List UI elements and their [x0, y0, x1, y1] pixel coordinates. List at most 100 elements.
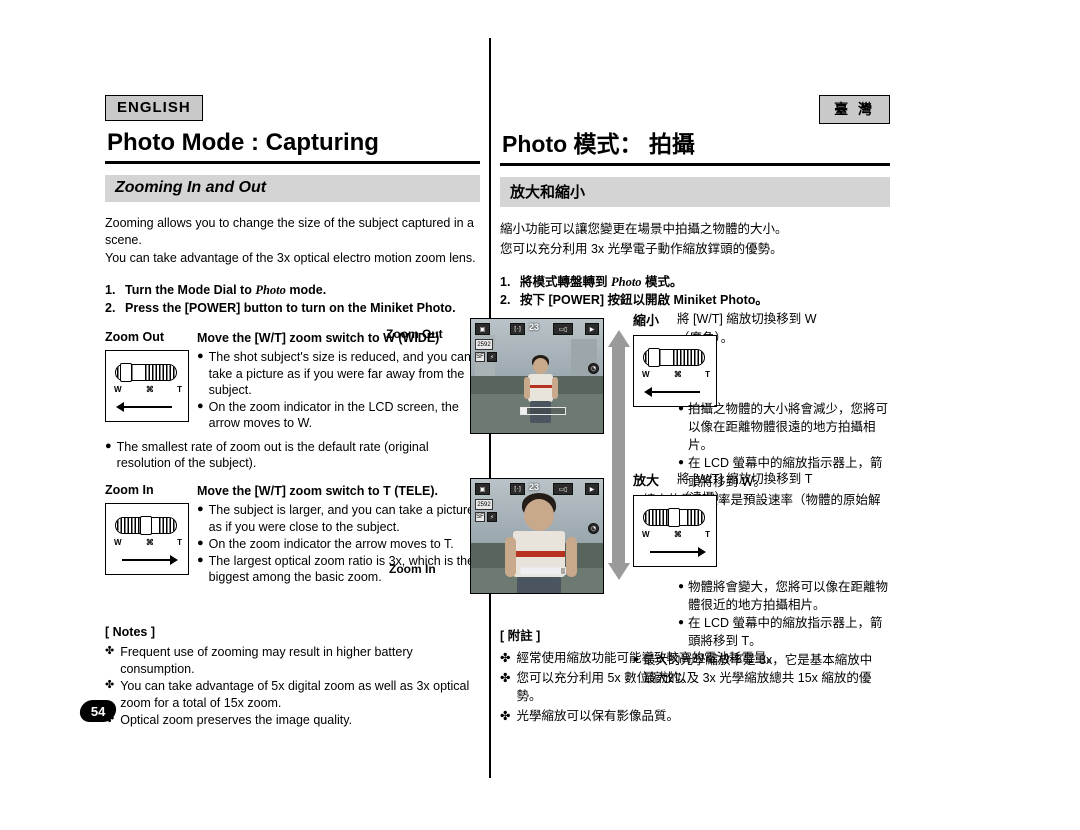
subject-shirt-stripe	[528, 385, 553, 388]
subject-arm-left	[505, 537, 516, 577]
zoom-in-bullets: ● The subject is larger, and you can take…	[197, 502, 480, 585]
zoom-in-indicator-diagram-cjk: W ⌘ T	[633, 495, 717, 567]
zoom-out-indicator-diagram: W ⌘ T	[105, 350, 189, 422]
bullet-dot-icon: ●	[197, 350, 204, 363]
notes-title: [ Notes ]	[105, 625, 155, 639]
note-bullet-icon: ✤	[500, 709, 511, 724]
subject-head	[524, 499, 554, 531]
page-title: Photo Mode : Capturing	[105, 129, 480, 164]
label-w: W	[114, 385, 122, 394]
zoom-in-label: Zoom In	[105, 483, 154, 497]
language-badge-taiwan: 臺 灣	[819, 95, 890, 124]
zoom-in-bullet-cjk-1-text: 物體將會變大，您將可以像在距離物體很近的地方拍攝相片。	[688, 580, 889, 613]
zoom-in-bullet-3-text: The largest optical zoom ratio is 3x, wh…	[208, 554, 475, 585]
step-cjk-1-number: 1.	[500, 274, 511, 289]
zoom-out-bullets: ● The shot subject's size is reduced, and…	[197, 349, 480, 431]
subject-arm-right	[566, 537, 577, 577]
sample-photo-tele: ▣ [·] 23 ▭▯ ▶ 2592 SF ⚡ ◔	[470, 478, 604, 594]
zoom-in-bullet-2: ● On the zoom indicator the arrow moves t…	[197, 536, 480, 552]
step-1-italic: Photo	[255, 282, 286, 297]
manual-page: ENGLISH Photo Mode : Capturing Zooming I…	[0, 0, 1080, 830]
zoom-out-bullet-2-text: On the zoom indicator in the LCD screen,…	[208, 400, 459, 431]
notes-section-chinese: [ 附註 ] ✤ 經常使用縮放功能可能導致較高的電池耗電量。 ✤ 您可以充分利用 5…	[500, 625, 890, 728]
zoom-out-bullet-2: ● On the zoom indicator in the LCD screen…	[197, 399, 480, 432]
zoom-out-bullet-1-text: The shot subject's size is reduced, and …	[208, 350, 471, 397]
step-cjk-1-italic: Photo	[610, 274, 642, 289]
zoom-in-indicator-diagram: W ⌘ T	[105, 503, 189, 575]
zoom-out-arrow	[644, 387, 706, 397]
notes-title-cjk: [ 附註 ]	[500, 629, 541, 643]
zoom-in-arrow	[644, 547, 706, 557]
section-title-cjk: 放大和縮小	[500, 177, 890, 207]
label-t: T	[177, 385, 182, 394]
step-1-text: Turn the Mode Dial to Photo mode.	[125, 281, 326, 300]
zoom-in-bullet-2-text: On the zoom indicator the arrow moves to…	[208, 536, 454, 551]
note-cjk-2: ✤ 您可以充分利用 5x 數位縮放以及 3x 光學縮放總共 15x 縮放的優勢。	[500, 669, 890, 705]
step-2-text: Press the [POWER] button to turn on the …	[125, 301, 456, 316]
slider-hatch-right	[159, 518, 175, 533]
zoom-slider-knob	[668, 508, 680, 527]
label-mid: ⌘	[673, 370, 682, 379]
slider-hatch-right	[687, 510, 703, 525]
label-mid: ⌘	[673, 530, 682, 539]
sample-photo-wide: ▣ [·] 23 ▭▯ ▶ 2592 SF ⚡ ◔	[470, 318, 604, 434]
zoom-slider-knob	[648, 348, 660, 367]
label-w: W	[642, 370, 650, 379]
arrow-head-up	[608, 330, 630, 347]
intro-cjk-line-1: 縮小功能可以讓您變更在場景中拍攝之物體的大小。	[500, 222, 788, 236]
note-3-text: Optical zoom preserves the image quality…	[120, 713, 353, 727]
wt-labels: W ⌘ T	[642, 530, 710, 539]
note-1-text: Frequent use of zooming may result in hi…	[120, 645, 413, 676]
step-1: 1. Turn the Mode Dial to Photo mode.	[105, 281, 480, 300]
note-2: ✤ You can take advantage of 5x digital zo…	[105, 678, 485, 711]
label-t: T	[177, 538, 182, 547]
subject-shirt	[528, 374, 553, 402]
intro-text: Zooming allows you to change the size of…	[105, 215, 480, 267]
arrow-head-left	[116, 402, 124, 412]
photo-building-left	[475, 335, 495, 377]
intro-line-2: You can take advantage of the 3x optical…	[105, 251, 476, 265]
arrow-head-right	[170, 555, 178, 565]
zoom-out-outer-bullet-1: ● The smallest rate of zoom out is the de…	[105, 439, 480, 472]
label-mid: ⌘	[145, 385, 154, 394]
subject-pants	[517, 577, 561, 593]
zoom-slider-knob	[140, 516, 152, 535]
label-t: T	[705, 530, 710, 539]
photo-subject-tele	[505, 493, 577, 593]
step-cjk-1-pre: 將模式轉盤轉到	[520, 274, 611, 289]
zoom-out-label: Zoom Out	[105, 330, 165, 344]
note-cjk-2-text: 您可以充分利用 5x 數位縮放以及 3x 光學縮放總共 15x 縮放的優勢。	[516, 671, 872, 704]
zoom-out-bullet-cjk-1-text: 拍攝之物體的大小將會減少，您將可以像在距離物體很遠的地方拍攝相片。	[688, 402, 889, 453]
arrow-head-right	[698, 547, 706, 557]
label-mid: ⌘	[145, 538, 154, 547]
step-cjk-1: 1. 將模式轉盤轉到 Photo 模式。	[500, 273, 890, 292]
arrow-line	[122, 406, 172, 408]
note-3: ✤Optical zoom preserves the image qualit…	[105, 712, 485, 729]
zoom-out-figure-caption: Zoom Out	[386, 327, 443, 341]
page-title-row: Photo Mode : Capturing	[105, 129, 480, 164]
arrow-line	[650, 551, 700, 553]
step-cjk-2-number: 2.	[500, 293, 511, 308]
zoom-in-figure-caption: Zoom In	[389, 562, 436, 576]
bullet-dot-icon: ●	[197, 503, 204, 516]
zoom-out-bullet-1: ● The shot subject's size is reduced, and…	[197, 349, 480, 398]
arrow-line	[650, 391, 700, 393]
photo-building-right	[571, 339, 597, 377]
lcd-indicator-tele-cjk: W ⌘ T	[633, 495, 717, 567]
zoom-in-bullet-1: ● The subject is larger, and you can take…	[197, 502, 480, 535]
note-bullet-icon: ✤	[500, 651, 511, 665]
step-cjk-2: 2. 按下 [POWER] 按鈕以開啟 Miniket Photo。	[500, 291, 890, 310]
label-w: W	[114, 538, 122, 547]
step-cjk-2-text: 按下 [POWER] 按鈕以開啟 Miniket Photo。	[520, 293, 768, 308]
wt-labels: W ⌘ T	[114, 538, 182, 547]
subject-pants	[530, 401, 551, 423]
zoom-out-outer-bullet-1-text: The smallest rate of zoom out is the def…	[116, 439, 429, 470]
zoom-in-heading: Move the [W/T] zoom switch to T (TELE).	[197, 484, 438, 498]
note-cjk-1-text: 經常使用縮放功能可能導致較高的電池耗電量。	[516, 651, 779, 665]
arrow-head-down	[608, 563, 630, 580]
page-title-row-cjk: Photo 模式： 拍攝	[500, 125, 890, 166]
page-number: 54	[90, 703, 106, 719]
arrow-line	[122, 559, 172, 561]
zoom-out-indicator-diagram-cjk: W ⌘ T	[633, 335, 717, 407]
intro-text-cjk: 縮小功能可以讓您變更在場景中拍攝之物體的大小。 您可以充分利用 3x 光學電子動…	[500, 220, 890, 259]
